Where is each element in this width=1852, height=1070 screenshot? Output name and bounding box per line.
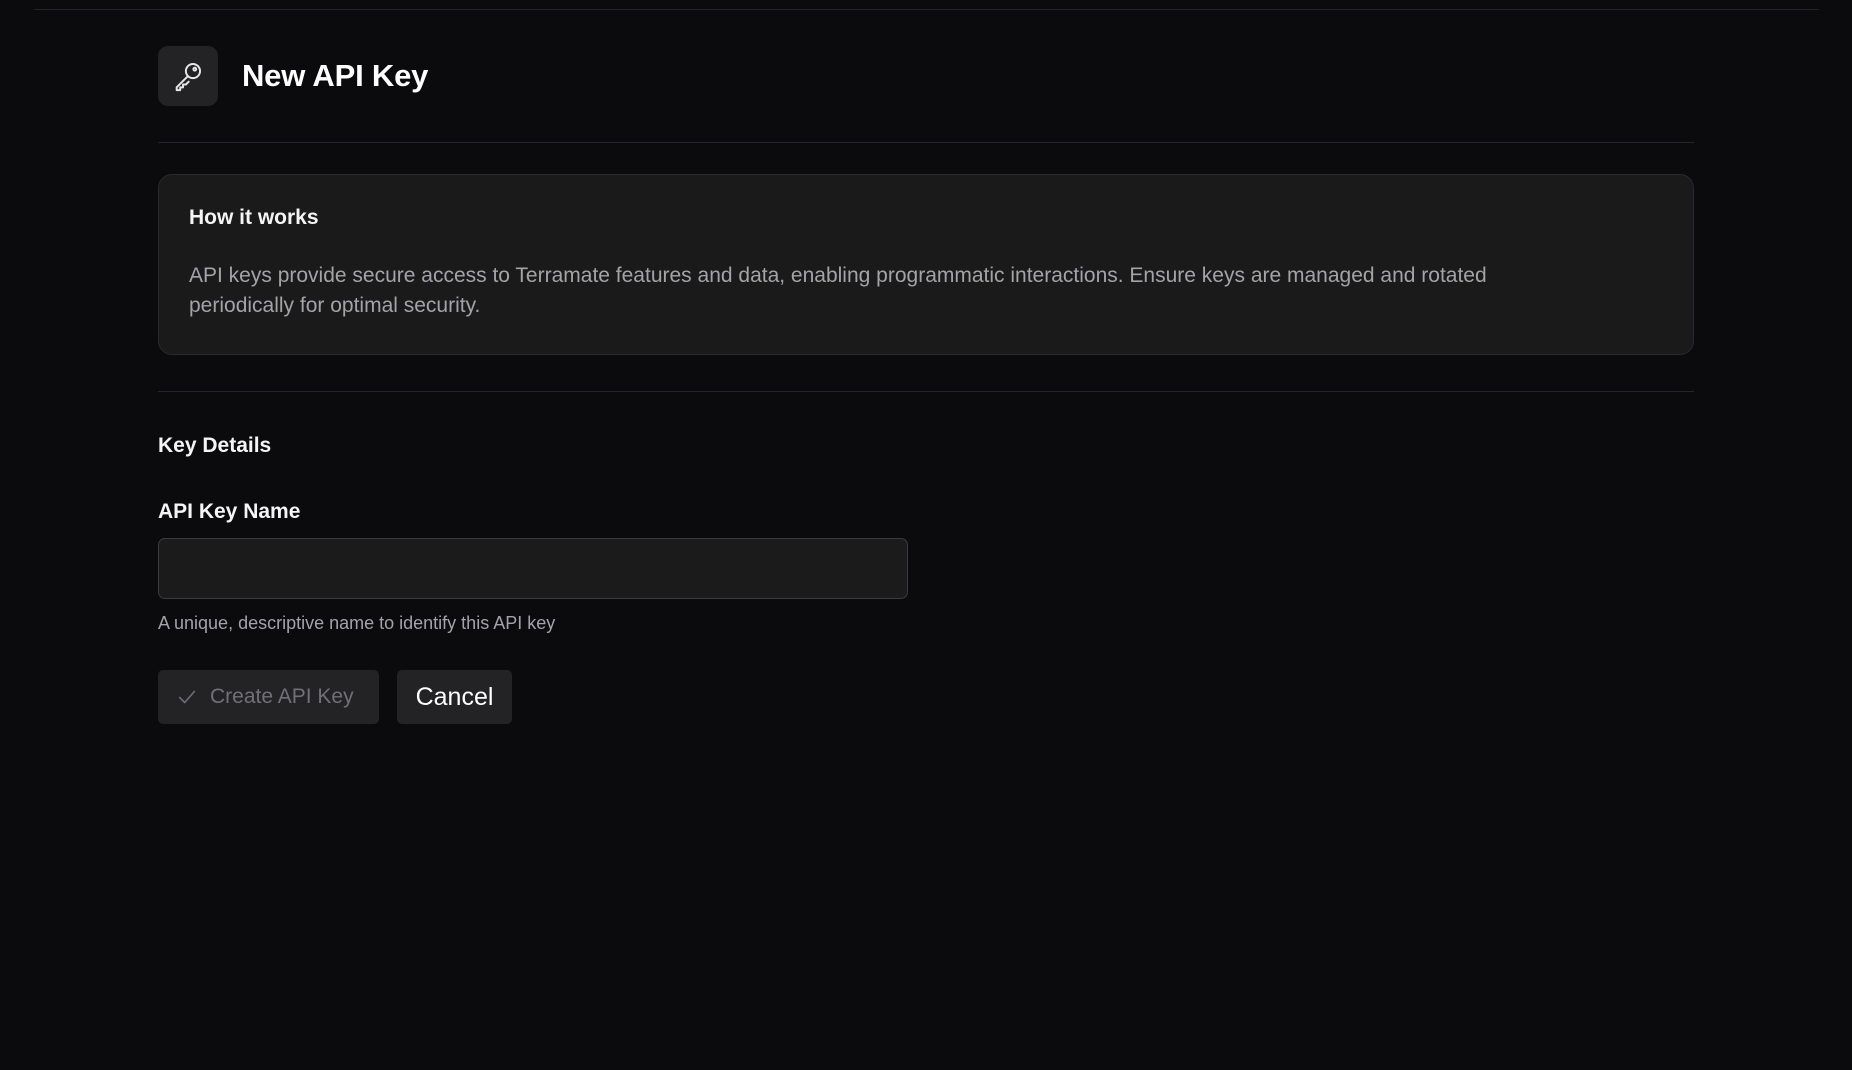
- create-api-key-button[interactable]: Create API Key: [158, 670, 379, 724]
- form-actions: Create API Key Cancel: [158, 670, 1694, 724]
- api-key-name-helper: A unique, descriptive name to identify t…: [158, 613, 556, 633]
- info-card-title: How it works: [189, 206, 319, 229]
- api-key-name-label: API Key Name: [158, 500, 301, 523]
- top-divider: [34, 9, 1819, 10]
- key-icon: [158, 46, 218, 106]
- main-content: New API Key How it works API keys provid…: [158, 46, 1694, 724]
- page: New API Key How it works API keys provid…: [0, 0, 1852, 1070]
- page-header: New API Key: [158, 46, 1694, 106]
- section-title: Key Details: [158, 434, 272, 457]
- header-divider: [158, 142, 1694, 143]
- section-divider: [158, 391, 1694, 392]
- how-it-works-card: How it works API keys provide secure acc…: [158, 174, 1694, 355]
- create-api-key-label: Create API Key: [210, 685, 354, 708]
- page-title: New API Key: [242, 58, 429, 93]
- cancel-button[interactable]: Cancel: [397, 670, 512, 724]
- info-card-body: API keys provide secure access to Terram…: [189, 264, 1487, 317]
- check-icon: [176, 686, 198, 708]
- api-key-name-input[interactable]: [158, 538, 908, 599]
